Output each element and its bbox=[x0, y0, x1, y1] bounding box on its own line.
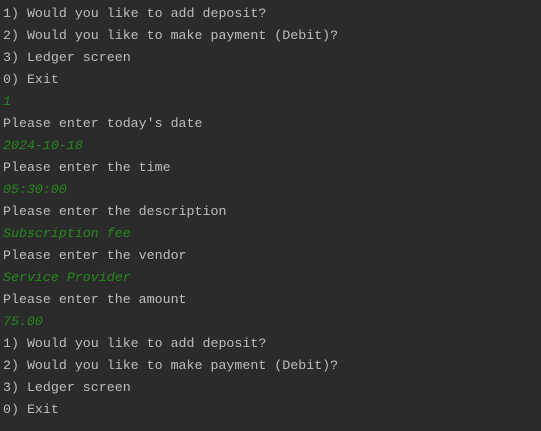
console-user-input-line: 2024-10-18 bbox=[3, 138, 83, 153]
console-user-input-line: 05:30:00 bbox=[3, 182, 67, 197]
console-user-input-line: Subscription fee bbox=[3, 226, 131, 241]
console-output-line: 3) Ledger screen bbox=[3, 380, 131, 395]
console-output-line: 1) Would you like to add deposit? bbox=[3, 6, 267, 21]
console-output-line: 0) Exit bbox=[3, 72, 59, 87]
console-output-line: 2) Would you like to make payment (Debit… bbox=[3, 28, 339, 43]
console-user-input-line: 1 bbox=[3, 94, 11, 109]
console-output-line: 1) Would you like to add deposit? bbox=[3, 336, 267, 351]
console-output[interactable]: 1) Would you like to add deposit? 2) Woul… bbox=[0, 0, 541, 421]
console-user-input-line: 75.00 bbox=[3, 314, 43, 329]
console-output-line: Please enter the vendor bbox=[3, 248, 187, 263]
console-output-line: Please enter today's date bbox=[3, 116, 203, 131]
console-output-line: Please enter the description bbox=[3, 204, 227, 219]
console-output-line: 0) Exit bbox=[3, 402, 59, 417]
console-output-line: 2) Would you like to make payment (Debit… bbox=[3, 358, 339, 373]
console-output-line: 3) Ledger screen bbox=[3, 50, 131, 65]
console-output-line: Please enter the amount bbox=[3, 292, 187, 307]
console-user-input-line: Service Provider bbox=[3, 270, 131, 285]
console-output-line: Please enter the time bbox=[3, 160, 171, 175]
